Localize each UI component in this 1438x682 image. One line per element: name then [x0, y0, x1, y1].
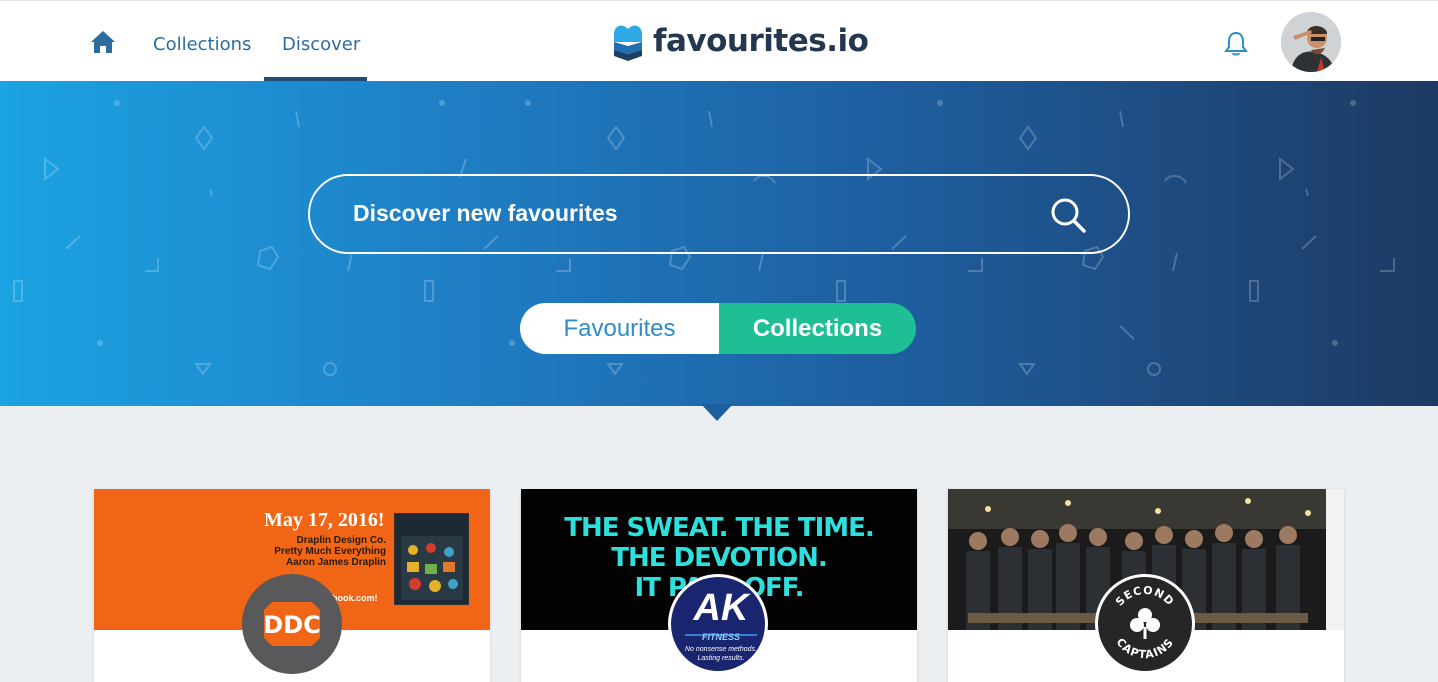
collection-badge[interactable]: AK FITNESS No nonsense methods. Lasting … — [668, 574, 768, 674]
bell-icon[interactable] — [1222, 30, 1250, 58]
nav-collections-link[interactable]: Collections — [153, 34, 251, 55]
ddc-logo: DDC — [263, 602, 321, 646]
collection-badge[interactable]: SECOND CAPTAINS — [1095, 574, 1195, 674]
cover-line: THE SWEAT. THE TIME. — [564, 513, 875, 543]
cover-line: THE DEVOTION. — [611, 543, 828, 573]
user-avatar[interactable] — [1281, 12, 1341, 72]
top-navigation-bar: Collections Discover favourites.io — [0, 0, 1438, 82]
collection-card[interactable]: THE SWEAT. THE TIME. THE DEVOTION. IT PA… — [521, 489, 917, 682]
collection-badge[interactable]: DDC — [242, 574, 342, 674]
hero-banner: Discover new favourites Favourites Colle… — [0, 81, 1438, 406]
search-icon[interactable] — [1048, 195, 1088, 235]
cover-title: May 17, 2016! — [264, 509, 385, 531]
shamrock-icon — [1130, 608, 1160, 639]
search-bar[interactable]: Discover new favourites — [308, 174, 1130, 254]
svg-text:CAPTAINS: CAPTAINS — [1114, 636, 1177, 662]
book-cover — [394, 513, 469, 605]
hero-pointer — [701, 404, 733, 421]
svg-text:SECOND: SECOND — [1113, 584, 1177, 609]
badge-sub: FITNESS — [701, 632, 740, 642]
badge-small: No nonsense methods. Lasting results. — [685, 646, 757, 662]
collection-card[interactable]: SECOND CAPTAINS — [948, 489, 1344, 682]
logo-heart-icon — [614, 25, 642, 61]
site-logo[interactable]: favourites.io — [611, 19, 869, 63]
favourites-collections-toggle[interactable]: Favourites Collections — [520, 303, 916, 354]
toggle-favourites[interactable]: Favourites — [520, 303, 719, 354]
search-input[interactable]: Discover new favourites — [353, 200, 618, 227]
toggle-collections[interactable]: Collections — [719, 303, 916, 354]
collection-card[interactable]: May 17, 2016! Draplin Design Co. Pretty … — [94, 489, 490, 682]
badge-label: DDC — [263, 611, 320, 639]
cover-site: book.com! — [332, 593, 378, 603]
second-captains-logo: SECOND CAPTAINS — [1113, 584, 1177, 662]
cover-lines: Draplin Design Co. Pretty Much Everythin… — [274, 535, 386, 568]
home-icon[interactable] — [90, 29, 116, 55]
badge-label: AK — [693, 587, 749, 629]
nav-discover-link[interactable]: Discover — [282, 34, 360, 55]
logo-text: favourites.io — [653, 23, 869, 59]
